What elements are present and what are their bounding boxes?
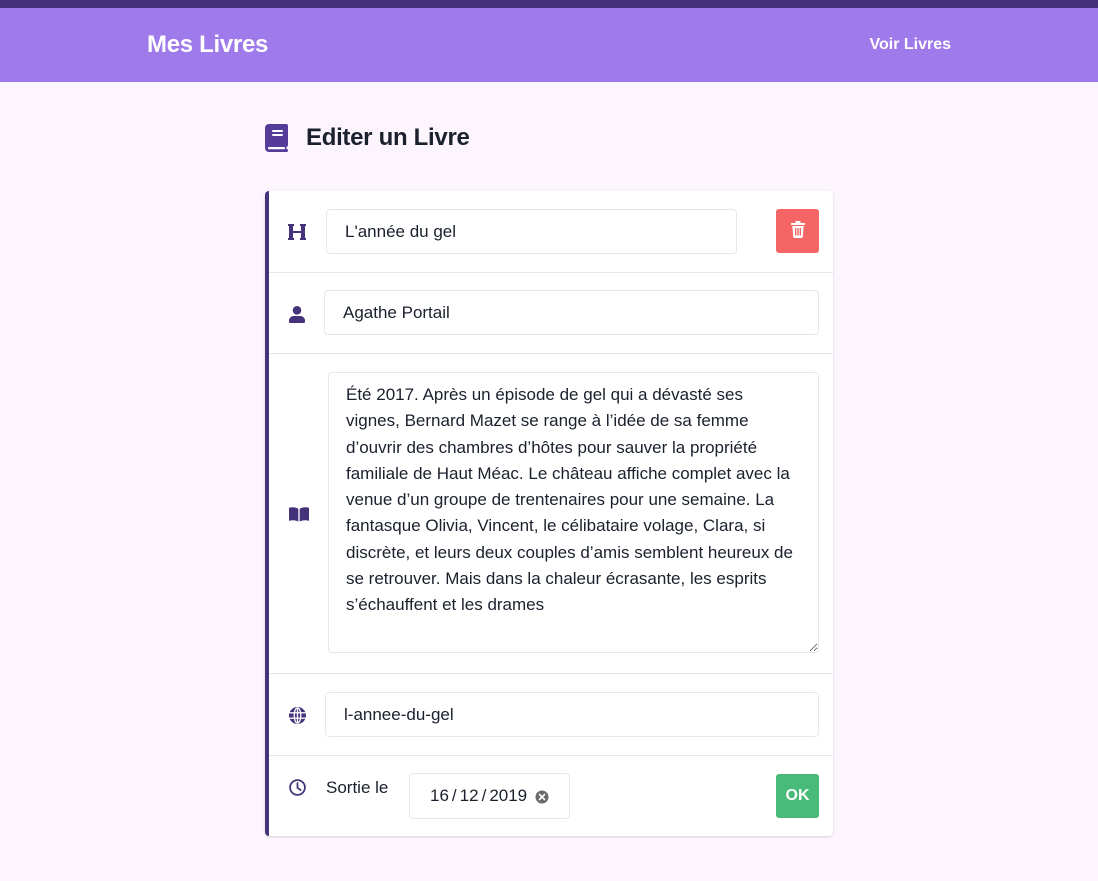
release-date-input[interactable]: 16 / 12 / 2019	[409, 773, 570, 819]
open-book-icon	[289, 504, 309, 524]
brand-title[interactable]: Mes Livres	[147, 31, 268, 59]
navbar: Mes Livres Voir Livres	[0, 8, 1098, 82]
ok-button[interactable]: OK	[776, 774, 819, 818]
release-date-row: Sortie le 16 / 12 / 2019 OK	[269, 756, 833, 836]
user-icon	[287, 304, 307, 324]
author-input[interactable]	[324, 290, 819, 335]
top-accent-strip	[0, 0, 1098, 8]
trash-icon	[790, 221, 805, 241]
title-row	[269, 191, 833, 273]
book-icon	[265, 124, 289, 152]
globe-icon	[287, 705, 307, 725]
title-input[interactable]	[326, 209, 737, 254]
summary-textarea[interactable]: Été 2017. Après un épisode de gel qui a …	[328, 372, 819, 653]
date-separator: /	[481, 786, 487, 805]
release-date-label: Sortie le	[326, 778, 389, 797]
date-separator: /	[451, 786, 457, 805]
delete-button[interactable]	[776, 209, 819, 253]
clear-icon[interactable]	[535, 789, 549, 804]
page-header: Editer un Livre	[265, 124, 470, 152]
edit-book-card: Été 2017. Après un épisode de gel qui a …	[265, 191, 833, 836]
clock-icon	[287, 777, 307, 797]
page-title: Editer un Livre	[306, 124, 470, 151]
author-row	[269, 273, 833, 354]
slug-input[interactable]	[325, 692, 819, 737]
date-month[interactable]: 12	[460, 786, 479, 806]
date-year[interactable]: 2019	[489, 786, 527, 806]
nav-link-voir-livres[interactable]: Voir Livres	[869, 36, 951, 54]
slug-row	[269, 674, 833, 756]
summary-row: Été 2017. Après un épisode de gel qui a …	[269, 354, 833, 674]
heading-icon	[287, 222, 307, 242]
date-day[interactable]: 16	[430, 786, 449, 806]
